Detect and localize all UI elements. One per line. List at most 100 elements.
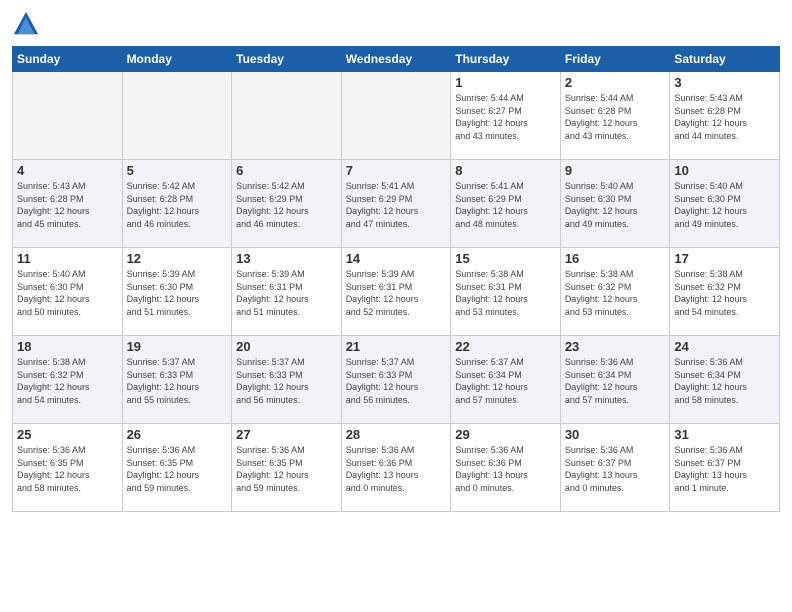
- day-cell: 27Sunrise: 5:36 AM Sunset: 6:35 PM Dayli…: [232, 424, 342, 512]
- day-info: Sunrise: 5:36 AM Sunset: 6:36 PM Dayligh…: [455, 444, 556, 494]
- header-row: SundayMondayTuesdayWednesdayThursdayFrid…: [13, 47, 780, 72]
- day-number: 25: [17, 427, 118, 442]
- header-day-wednesday: Wednesday: [341, 47, 451, 72]
- header-day-saturday: Saturday: [670, 47, 780, 72]
- day-info: Sunrise: 5:37 AM Sunset: 6:33 PM Dayligh…: [236, 356, 337, 406]
- day-cell: 6 Sunrise: 5:42 AM Sunset: 6:29 PM Daylig…: [232, 160, 342, 248]
- day-cell: 30 Sunrise: 5:36 AM Sunset: 6:37 PM Dayli…: [560, 424, 670, 512]
- day-number: 5: [127, 163, 228, 178]
- day-info: Sunrise: 5:40 AM Sunset: 6:30 PM Dayligh…: [674, 180, 775, 230]
- calendar-header: SundayMondayTuesdayWednesdayThursdayFrid…: [13, 47, 780, 72]
- calendar-table: SundayMondayTuesdayWednesdayThursdayFrid…: [12, 46, 780, 512]
- day-cell: 17Sunrise: 5:38 AM Sunset: 6:32 PM Dayli…: [670, 248, 780, 336]
- day-cell: 14 Sunrise: 5:39 AM Sunset: 6:31 PM Dayli…: [341, 248, 451, 336]
- day-cell: [13, 72, 123, 160]
- day-number: 14: [346, 251, 447, 266]
- day-number: 1: [455, 75, 556, 90]
- week-row-2: 11 Sunrise: 5:40 AM Sunset: 6:30 PM Dayli…: [13, 248, 780, 336]
- day-info: Sunrise: 5:41 AM Sunset: 6:29 PM Dayligh…: [455, 180, 556, 230]
- day-info: Sunrise: 5:40 AM Sunset: 6:30 PM Dayligh…: [17, 268, 118, 318]
- day-cell: 15 Sunrise: 5:38 AM Sunset: 6:31 PM Dayli…: [451, 248, 561, 336]
- logo: [12, 10, 42, 38]
- day-info: Sunrise: 5:43 AM Sunset: 6:28 PM Dayligh…: [17, 180, 118, 230]
- day-info: Sunrise: 5:38 AM Sunset: 6:32 PM Dayligh…: [674, 268, 775, 318]
- day-number: 31: [674, 427, 775, 442]
- day-info: Sunrise: 5:36 AM Sunset: 6:37 PM Dayligh…: [674, 444, 775, 494]
- calendar-body: 1 Sunrise: 5:44 AM Sunset: 6:27 PM Daylig…: [13, 72, 780, 512]
- day-number: 22: [455, 339, 556, 354]
- day-number: 23: [565, 339, 666, 354]
- day-info: Sunrise: 5:42 AM Sunset: 6:28 PM Dayligh…: [127, 180, 228, 230]
- day-info: Sunrise: 5:36 AM Sunset: 6:35 PM Dayligh…: [236, 444, 337, 494]
- day-cell: 11 Sunrise: 5:40 AM Sunset: 6:30 PM Dayli…: [13, 248, 123, 336]
- day-number: 8: [455, 163, 556, 178]
- day-number: 6: [236, 163, 337, 178]
- day-number: 11: [17, 251, 118, 266]
- day-cell: 3Sunrise: 5:43 AM Sunset: 6:28 PM Daylig…: [670, 72, 780, 160]
- day-cell: 25 Sunrise: 5:36 AM Sunset: 6:35 PM Dayli…: [13, 424, 123, 512]
- day-number: 13: [236, 251, 337, 266]
- day-info: Sunrise: 5:38 AM Sunset: 6:31 PM Dayligh…: [455, 268, 556, 318]
- day-cell: 7 Sunrise: 5:41 AM Sunset: 6:29 PM Daylig…: [341, 160, 451, 248]
- day-number: 12: [127, 251, 228, 266]
- day-cell: [232, 72, 342, 160]
- day-info: Sunrise: 5:44 AM Sunset: 6:27 PM Dayligh…: [455, 92, 556, 142]
- header-day-thursday: Thursday: [451, 47, 561, 72]
- day-cell: 31 Sunrise: 5:36 AM Sunset: 6:37 PM Dayli…: [670, 424, 780, 512]
- day-info: Sunrise: 5:39 AM Sunset: 6:30 PM Dayligh…: [127, 268, 228, 318]
- day-cell: 4 Sunrise: 5:43 AM Sunset: 6:28 PM Daylig…: [13, 160, 123, 248]
- day-cell: 5 Sunrise: 5:42 AM Sunset: 6:28 PM Daylig…: [122, 160, 232, 248]
- day-info: Sunrise: 5:40 AM Sunset: 6:30 PM Dayligh…: [565, 180, 666, 230]
- day-info: Sunrise: 5:36 AM Sunset: 6:35 PM Dayligh…: [127, 444, 228, 494]
- header-day-sunday: Sunday: [13, 47, 123, 72]
- day-cell: 9 Sunrise: 5:40 AM Sunset: 6:30 PM Daylig…: [560, 160, 670, 248]
- day-info: Sunrise: 5:36 AM Sunset: 6:34 PM Dayligh…: [565, 356, 666, 406]
- day-info: Sunrise: 5:36 AM Sunset: 6:35 PM Dayligh…: [17, 444, 118, 494]
- day-info: Sunrise: 5:38 AM Sunset: 6:32 PM Dayligh…: [17, 356, 118, 406]
- day-number: 7: [346, 163, 447, 178]
- day-number: 4: [17, 163, 118, 178]
- day-number: 3: [674, 75, 775, 90]
- header-day-tuesday: Tuesday: [232, 47, 342, 72]
- day-info: Sunrise: 5:36 AM Sunset: 6:36 PM Dayligh…: [346, 444, 447, 494]
- day-number: 15: [455, 251, 556, 266]
- day-cell: 2 Sunrise: 5:44 AM Sunset: 6:28 PM Daylig…: [560, 72, 670, 160]
- day-info: Sunrise: 5:41 AM Sunset: 6:29 PM Dayligh…: [346, 180, 447, 230]
- week-row-3: 18 Sunrise: 5:38 AM Sunset: 6:32 PM Dayli…: [13, 336, 780, 424]
- day-number: 18: [17, 339, 118, 354]
- day-number: 19: [127, 339, 228, 354]
- day-info: Sunrise: 5:39 AM Sunset: 6:31 PM Dayligh…: [346, 268, 447, 318]
- day-info: Sunrise: 5:37 AM Sunset: 6:34 PM Dayligh…: [455, 356, 556, 406]
- day-cell: 10 Sunrise: 5:40 AM Sunset: 6:30 PM Dayli…: [670, 160, 780, 248]
- day-cell: 16Sunrise: 5:38 AM Sunset: 6:32 PM Dayli…: [560, 248, 670, 336]
- day-number: 24: [674, 339, 775, 354]
- week-row-4: 25 Sunrise: 5:36 AM Sunset: 6:35 PM Dayli…: [13, 424, 780, 512]
- day-number: 10: [674, 163, 775, 178]
- day-number: 2: [565, 75, 666, 90]
- day-info: Sunrise: 5:36 AM Sunset: 6:37 PM Dayligh…: [565, 444, 666, 494]
- day-number: 9: [565, 163, 666, 178]
- week-row-0: 1 Sunrise: 5:44 AM Sunset: 6:27 PM Daylig…: [13, 72, 780, 160]
- day-number: 30: [565, 427, 666, 442]
- logo-icon: [12, 10, 40, 38]
- day-cell: 23 Sunrise: 5:36 AM Sunset: 6:34 PM Dayli…: [560, 336, 670, 424]
- day-number: 21: [346, 339, 447, 354]
- day-info: Sunrise: 5:39 AM Sunset: 6:31 PM Dayligh…: [236, 268, 337, 318]
- day-cell: 24 Sunrise: 5:36 AM Sunset: 6:34 PM Dayli…: [670, 336, 780, 424]
- day-info: Sunrise: 5:42 AM Sunset: 6:29 PM Dayligh…: [236, 180, 337, 230]
- day-cell: 8 Sunrise: 5:41 AM Sunset: 6:29 PM Daylig…: [451, 160, 561, 248]
- day-cell: 1 Sunrise: 5:44 AM Sunset: 6:27 PM Daylig…: [451, 72, 561, 160]
- day-number: 20: [236, 339, 337, 354]
- day-cell: 19Sunrise: 5:37 AM Sunset: 6:33 PM Dayli…: [122, 336, 232, 424]
- day-info: Sunrise: 5:44 AM Sunset: 6:28 PM Dayligh…: [565, 92, 666, 142]
- day-info: Sunrise: 5:36 AM Sunset: 6:34 PM Dayligh…: [674, 356, 775, 406]
- day-cell: 18 Sunrise: 5:38 AM Sunset: 6:32 PM Dayli…: [13, 336, 123, 424]
- day-info: Sunrise: 5:37 AM Sunset: 6:33 PM Dayligh…: [346, 356, 447, 406]
- day-cell: 28Sunrise: 5:36 AM Sunset: 6:36 PM Dayli…: [341, 424, 451, 512]
- day-info: Sunrise: 5:38 AM Sunset: 6:32 PM Dayligh…: [565, 268, 666, 318]
- week-row-1: 4 Sunrise: 5:43 AM Sunset: 6:28 PM Daylig…: [13, 160, 780, 248]
- day-number: 29: [455, 427, 556, 442]
- day-cell: 29 Sunrise: 5:36 AM Sunset: 6:36 PM Dayli…: [451, 424, 561, 512]
- day-number: 26: [127, 427, 228, 442]
- day-cell: 26 Sunrise: 5:36 AM Sunset: 6:35 PM Dayli…: [122, 424, 232, 512]
